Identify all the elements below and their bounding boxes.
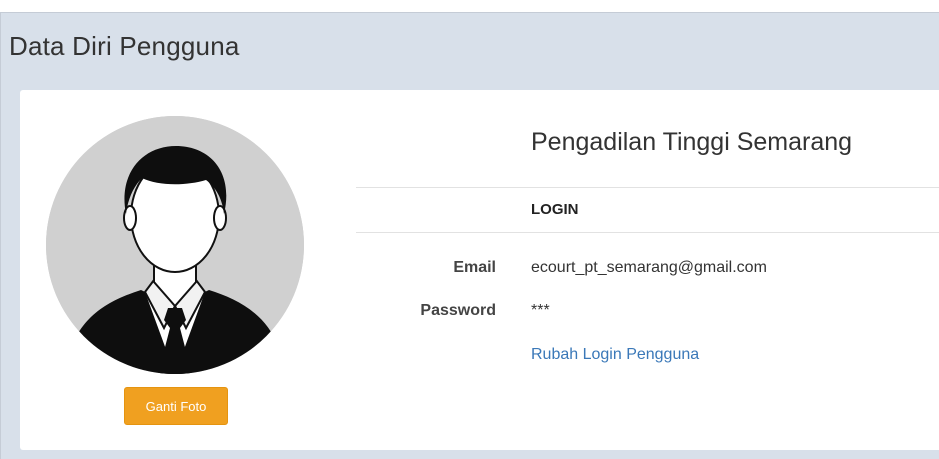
change-login-link[interactable]: Rubah Login Pengguna (531, 346, 699, 364)
email-value: ecourt_pt_semarang@gmail.com (531, 259, 767, 276)
password-value: *** (531, 302, 550, 319)
email-label: Email (453, 259, 496, 276)
user-silhouette-icon (46, 116, 304, 374)
password-label: Password (420, 302, 496, 319)
divider (356, 187, 939, 188)
page-title: Data Diri Pengguna (9, 31, 240, 61)
change-photo-button[interactable]: Ganti Foto (124, 387, 228, 425)
profile-panel: Data Diri Pengguna Ganti Foto Pengadilan… (0, 12, 939, 459)
profile-card: Ganti Foto Pengadilan Tinggi Semarang LO… (20, 90, 939, 450)
divider (356, 232, 939, 233)
login-heading: LOGIN (531, 201, 579, 218)
organization-name: Pengadilan Tinggi Semarang (531, 128, 853, 156)
